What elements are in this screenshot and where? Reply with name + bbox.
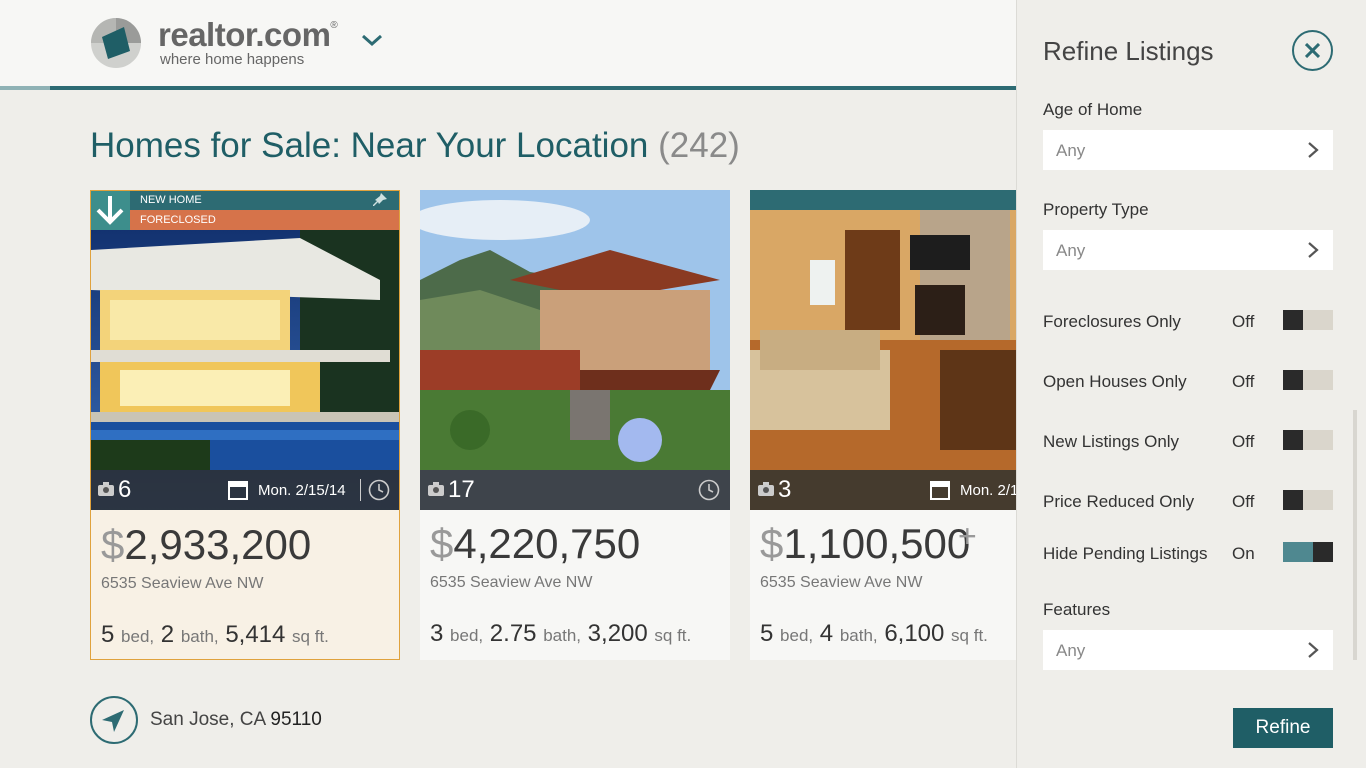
listing-photo: 3 Mon. 2/1 <box>750 190 1016 510</box>
listing-card[interactable]: 3 Mon. 2/1 $1,100,500 + 6535 Seaview Ave… <box>750 190 1016 660</box>
toggle-knob <box>1283 430 1303 450</box>
features-label: Features <box>1043 600 1111 619</box>
age-of-home-label: Age of Home <box>1043 100 1143 119</box>
pin-icon[interactable] <box>373 193 387 207</box>
photo-count: 17 <box>448 476 475 503</box>
price-reduced-only-toggle[interactable] <box>1283 490 1333 510</box>
open-house-date-text: Mon. 2/15/14 <box>258 482 346 499</box>
panel-scrollbar[interactable] <box>1353 410 1357 660</box>
refine-listings-panel: Refine Listings Age of Home Any Property… <box>1016 0 1366 768</box>
listing-address: 6535 Seaview Ave NW <box>430 574 593 591</box>
calendar-icon <box>930 481 950 500</box>
listing-card[interactable]: 17 $4,220,750 6535 Seaview Ave NW 3 bed,… <box>420 190 730 660</box>
listing-stats: 5 bed, 2 bath, 5,414 sq ft. <box>101 621 329 648</box>
open-houses-only-toggle[interactable] <box>1283 370 1333 390</box>
new-listings-only-label: New Listings Only <box>1043 432 1180 451</box>
photo-bar: 3 Mon. 2/1 <box>750 470 1016 510</box>
price-plus-indicator: + <box>958 518 977 554</box>
property-type-value: Any <box>1056 241 1086 260</box>
refine-button[interactable]: Refine <box>1233 708 1333 748</box>
chevron-right-icon <box>1308 142 1319 158</box>
open-houses-only-label: Open Houses Only <box>1043 372 1187 391</box>
brand-name: realtor.com® <box>158 16 338 53</box>
price-reduced-only-label: Price Reduced Only <box>1043 492 1195 511</box>
age-of-home-select[interactable]: Any <box>1043 130 1333 170</box>
clock-icon <box>698 479 720 501</box>
page-title-text: Homes for Sale: Near Your Location <box>90 126 649 165</box>
toggle-knob <box>1313 542 1333 562</box>
listing-address: 6535 Seaview Ave NW <box>101 575 264 592</box>
listing-status-strip <box>750 190 1016 210</box>
results-count: (242) <box>658 126 740 165</box>
current-location: San Jose, CA 95110 <box>150 709 322 731</box>
toggle-knob <box>1283 490 1303 510</box>
open-house-date-text: Mon. 2/1 <box>960 482 1016 499</box>
new-home-arrow-icon <box>91 191 130 230</box>
hide-pending-listings-label: Hide Pending Listings <box>1043 544 1208 563</box>
foreclosures-only-state: Off <box>1232 312 1255 331</box>
header-divider-accent <box>0 86 50 90</box>
page-title: Homes for Sale: Near Your Location (242) <box>90 126 740 166</box>
navigation-arrow-icon <box>102 710 124 732</box>
photo-count: 6 <box>118 476 132 503</box>
listing-stats: 3 bed, 2.75 bath, 3,200 sq ft. <box>430 620 692 647</box>
toggle-knob <box>1283 370 1303 390</box>
close-button[interactable] <box>1292 30 1333 71</box>
hide-pending-listings-toggle[interactable] <box>1283 542 1333 562</box>
listing-card[interactable]: NEW HOME FORECLOSED 6 Mon. 2/15/14 $2,93… <box>90 190 400 660</box>
open-houses-only-state: Off <box>1232 372 1255 391</box>
listing-price: $1,100,500 <box>760 520 971 567</box>
photo-bar-divider <box>360 479 361 501</box>
photo-bar: 17 <box>420 470 730 510</box>
new-listings-only-state: Off <box>1232 432 1255 451</box>
listing-photo: 17 <box>420 190 730 510</box>
header-divider <box>0 86 1016 90</box>
listing-price: $4,220,750 <box>430 520 641 567</box>
app-header: realtor.com® where home happens <box>0 0 1016 86</box>
listing-price: $2,933,200 <box>101 521 312 568</box>
property-type-label: Property Type <box>1043 200 1149 219</box>
listing-address: 6535 Seaview Ave NW <box>760 574 923 591</box>
new-listings-only-toggle[interactable] <box>1283 430 1333 450</box>
property-type-select[interactable]: Any <box>1043 230 1333 270</box>
location-zip: 95110 <box>270 709 322 730</box>
chevron-down-icon[interactable] <box>360 31 384 49</box>
foreclosures-only-toggle[interactable] <box>1283 310 1333 330</box>
price-reduced-only-state: Off <box>1232 492 1255 511</box>
brand-tagline: where home happens <box>160 51 305 68</box>
chevron-right-icon <box>1308 242 1319 258</box>
clock-icon <box>368 479 390 501</box>
calendar-icon <box>228 481 248 500</box>
toggle-knob <box>1283 310 1303 330</box>
hide-pending-listings-state: On <box>1232 544 1255 563</box>
foreclosures-only-label: Foreclosures Only <box>1043 312 1181 331</box>
foreclosed-badge: FORECLOSED <box>130 210 399 230</box>
camera-icon <box>758 482 774 496</box>
panel-title: Refine Listings <box>1043 36 1214 66</box>
location-button[interactable] <box>90 696 138 744</box>
camera-icon <box>428 482 444 496</box>
realtor-logo-icon <box>91 18 141 68</box>
close-icon <box>1305 43 1320 58</box>
features-value: Any <box>1056 641 1086 660</box>
chevron-right-icon <box>1308 642 1319 658</box>
listing-stats: 5 bed, 4 bath, 6,100 sq ft. <box>760 620 988 647</box>
age-of-home-value: Any <box>1056 141 1086 160</box>
features-select[interactable]: Any <box>1043 630 1333 670</box>
new-home-badge: NEW HOME <box>130 191 399 210</box>
photo-count: 3 <box>778 476 792 503</box>
photo-bar: 6 Mon. 2/15/14 <box>91 470 399 510</box>
listing-photo: NEW HOME FORECLOSED 6 Mon. 2/15/14 <box>91 191 399 510</box>
camera-icon <box>98 482 114 496</box>
location-city: San Jose, CA <box>150 709 266 730</box>
